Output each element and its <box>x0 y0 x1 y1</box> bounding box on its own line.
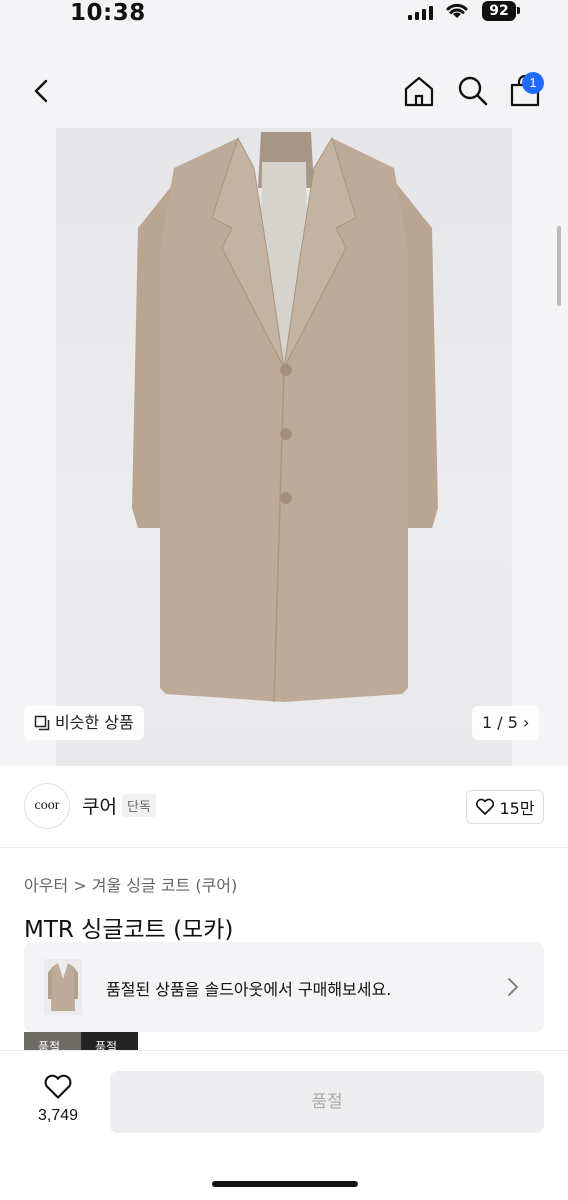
wishlist-count: 3,749 <box>37 1107 79 1124</box>
heart-icon <box>476 798 495 815</box>
back-icon[interactable] <box>26 74 60 108</box>
search-icon[interactable] <box>456 74 490 108</box>
similar-products-button[interactable]: 비슷한 상품 <box>24 706 144 740</box>
banner-text: 품절된 상품을 솔드아웃에서 구매해보세요. <box>106 980 392 999</box>
wifi-icon <box>446 3 468 18</box>
banner-thumbnail <box>44 959 82 1015</box>
brand-like-count: 15만 <box>499 799 535 818</box>
home-indicator <box>212 1181 358 1187</box>
battery-icon: 92 <box>482 1 516 21</box>
brand-like-button[interactable]: 15만 <box>466 790 544 824</box>
chevron-right-icon <box>508 978 519 996</box>
brand-name[interactable]: 쿠어 <box>82 792 117 819</box>
brand-row: coor 쿠어 단독 15만 <box>0 766 568 848</box>
copy-icon <box>34 715 50 731</box>
image-pager[interactable]: 1 / 5 › <box>472 706 540 740</box>
soldout-banner[interactable]: 품절된 상품을 솔드아웃에서 구매해보세요. <box>24 942 544 1032</box>
product-title: MTR 싱글코트 (모카) <box>24 917 234 943</box>
heart-icon <box>44 1074 72 1099</box>
breadcrumb[interactable]: 아우터 > 겨울 싱글 코트 (쿠어) <box>24 872 237 896</box>
signal-icon <box>408 6 433 20</box>
bottom-bar: 3,749 품절 <box>0 1050 568 1200</box>
status-time: 10:38 <box>70 0 146 26</box>
scrollbar[interactable] <box>557 226 561 306</box>
exclusive-tag: 단독 <box>122 794 156 817</box>
status-bar: 10:38 92 <box>0 0 568 40</box>
soldout-button[interactable]: 품절 <box>110 1071 544 1133</box>
coat-image <box>132 132 438 703</box>
top-nav <box>0 40 568 126</box>
home-icon[interactable] <box>402 74 436 108</box>
product-image-carousel[interactable]: 비슷한 상품 1 / 5 › <box>0 126 568 766</box>
brand-logo[interactable]: coor <box>24 783 70 829</box>
cart-badge: 1 <box>522 72 544 94</box>
product-photo <box>56 128 512 766</box>
similar-label: 비슷한 상품 <box>55 713 134 732</box>
wishlist-button[interactable]: 3,749 <box>32 1073 84 1125</box>
